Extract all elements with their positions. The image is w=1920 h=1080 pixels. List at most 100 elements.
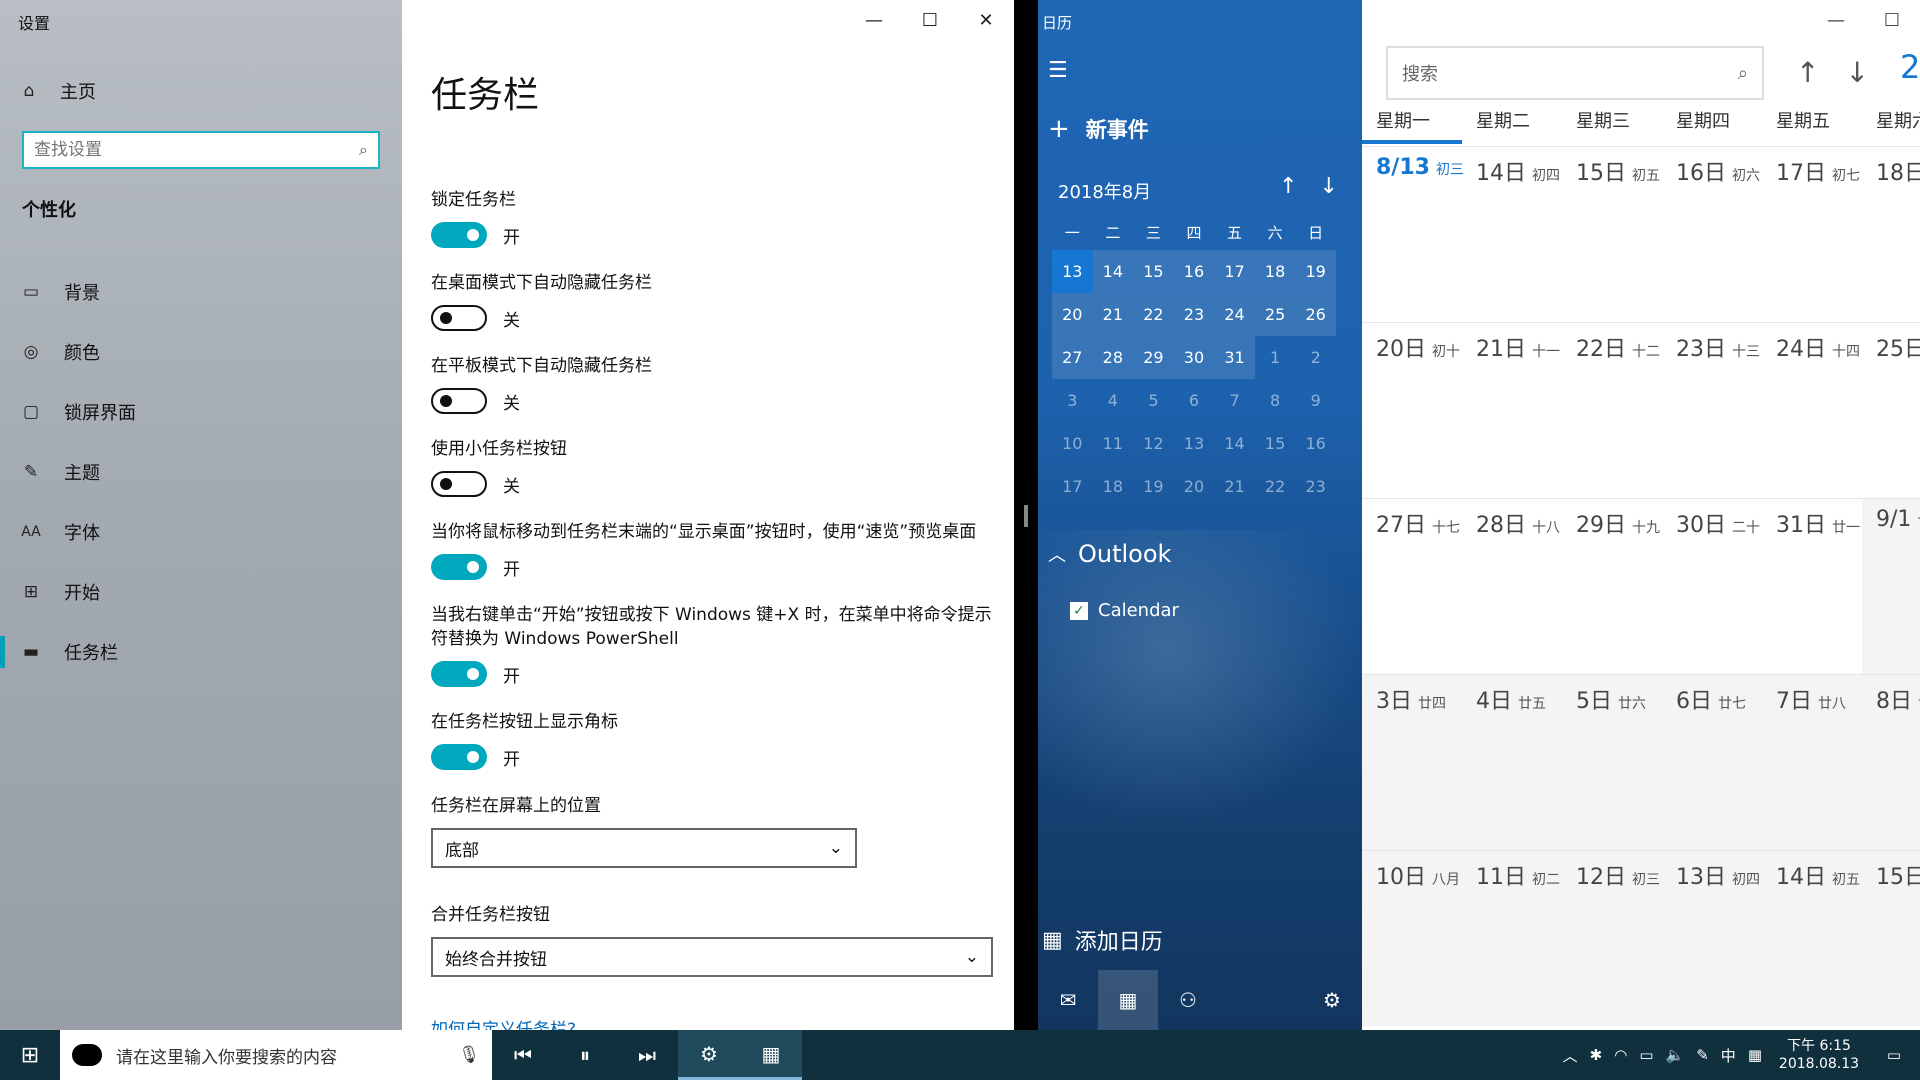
day-cell[interactable]: 12日 初三 bbox=[1562, 851, 1662, 1026]
day-cell[interactable]: 31日 廿一 bbox=[1762, 499, 1862, 674]
mini-day[interactable]: 6 bbox=[1174, 379, 1215, 422]
ime-indicator[interactable]: 中 bbox=[1721, 1045, 1736, 1066]
mini-month-label[interactable]: 2018年8月 bbox=[1058, 178, 1151, 204]
day-cell[interactable]: 8日廿 bbox=[1862, 675, 1920, 850]
day-cell[interactable]: 29日 十九 bbox=[1562, 499, 1662, 674]
mini-day[interactable]: 20 bbox=[1174, 465, 1215, 508]
nav-item-start[interactable]: ⊞ 开始 bbox=[0, 562, 402, 622]
day-cell[interactable]: 14日 初五 bbox=[1762, 851, 1862, 1026]
mini-day[interactable]: 14 bbox=[1092, 250, 1134, 293]
home-nav[interactable]: ⌂ 主页 bbox=[18, 78, 96, 104]
arrow-up-icon[interactable]: ↑ bbox=[1796, 56, 1819, 89]
day-cell[interactable]: 3日 廿四 bbox=[1362, 675, 1462, 850]
mini-day[interactable]: 19 bbox=[1133, 465, 1174, 508]
day-cell[interactable]: 4日 廿五 bbox=[1462, 675, 1562, 850]
mini-day[interactable]: 3 bbox=[1052, 379, 1093, 422]
mini-day[interactable]: 26 bbox=[1295, 293, 1336, 336]
mini-day[interactable]: 24 bbox=[1214, 293, 1255, 336]
calendar-icon[interactable]: ▦ bbox=[1098, 970, 1158, 1030]
mini-day[interactable]: 15 bbox=[1133, 250, 1174, 293]
toggle-switch[interactable] bbox=[431, 661, 487, 687]
calendar-search-box[interactable]: 搜索 ⌕ bbox=[1386, 46, 1764, 100]
day-cell[interactable]: 15日 初五 bbox=[1562, 147, 1662, 322]
mini-day[interactable]: 18 bbox=[1093, 465, 1134, 508]
day-cell[interactable]: 30日 二十 bbox=[1662, 499, 1762, 674]
day-cell[interactable]: 7日 廿八 bbox=[1762, 675, 1862, 850]
wifi-icon[interactable]: ◠ bbox=[1614, 1046, 1627, 1064]
day-cell[interactable]: 13日 初四 bbox=[1662, 851, 1762, 1026]
battery-icon[interactable]: ▭ bbox=[1639, 1046, 1653, 1064]
taskbar-search[interactable]: 请在这里输入你要搜索的内容 🎙 bbox=[60, 1030, 492, 1080]
next-track-icon[interactable]: ⏭ bbox=[616, 1030, 678, 1080]
gear-icon[interactable]: ⚙ bbox=[1302, 970, 1362, 1030]
calendar-app-icon[interactable]: ▦ bbox=[740, 1030, 802, 1080]
mini-day[interactable]: 22 bbox=[1133, 293, 1174, 336]
mini-day[interactable]: 4 bbox=[1093, 379, 1134, 422]
settings-search-input[interactable] bbox=[34, 140, 360, 160]
day-cell[interactable]: 15日 bbox=[1862, 851, 1920, 1026]
day-cell[interactable]: 17日 初七 bbox=[1762, 147, 1862, 322]
mini-day[interactable]: 20 bbox=[1052, 293, 1093, 336]
mini-day[interactable]: 21 bbox=[1092, 293, 1134, 336]
nav-item-themes[interactable]: ✎ 主题 bbox=[0, 442, 402, 502]
mini-day[interactable]: 31 bbox=[1214, 336, 1255, 379]
keyboard-icon[interactable]: ▦ bbox=[1748, 1046, 1762, 1064]
mini-day[interactable]: 12 bbox=[1133, 422, 1174, 465]
notification-icon[interactable]: ▭ bbox=[1876, 1046, 1912, 1064]
search-icon[interactable]: ⌕ bbox=[1738, 63, 1748, 84]
toggle-switch[interactable] bbox=[431, 471, 487, 497]
day-cell[interactable]: 28日 十八 bbox=[1462, 499, 1562, 674]
nav-item-colors[interactable]: ◎ 颜色 bbox=[0, 322, 402, 382]
mini-day[interactable]: 29 bbox=[1133, 336, 1174, 379]
search-icon[interactable]: ⌕ bbox=[359, 140, 368, 160]
minimize-button[interactable]: — bbox=[846, 0, 902, 40]
day-cell[interactable]: 21日 十一 bbox=[1462, 323, 1562, 498]
divider-handle[interactable] bbox=[1024, 505, 1028, 527]
mini-day[interactable]: 22 bbox=[1255, 465, 1296, 508]
mini-day[interactable]: 16 bbox=[1173, 250, 1215, 293]
day-cell[interactable]: 9/1廿 bbox=[1862, 499, 1920, 674]
mini-day[interactable]: 23 bbox=[1173, 293, 1215, 336]
add-calendar-button[interactable]: ▦ 添加日历 bbox=[1042, 924, 1163, 956]
mini-day[interactable]: 14 bbox=[1214, 422, 1255, 465]
mini-day[interactable]: 2 bbox=[1295, 336, 1336, 379]
day-cell[interactable]: 10日 八月 bbox=[1362, 851, 1462, 1026]
maximize-button[interactable]: ☐ bbox=[1864, 0, 1920, 40]
arrow-up-icon[interactable]: ↑ bbox=[1279, 174, 1297, 199]
day-cell[interactable]: 14日 初四 bbox=[1462, 147, 1562, 322]
nav-item-lockscreen[interactable]: ▢ 锁屏界面 bbox=[0, 382, 402, 442]
mini-day[interactable]: 16 bbox=[1295, 422, 1336, 465]
day-cell[interactable]: 25日 bbox=[1862, 323, 1920, 498]
day-cell[interactable]: 27日 十七 bbox=[1362, 499, 1462, 674]
clock[interactable]: 下午 6:15 2018.08.13 bbox=[1774, 1037, 1864, 1073]
toggle-switch[interactable] bbox=[431, 744, 487, 770]
mini-day[interactable]: 19 bbox=[1295, 250, 1336, 293]
microphone-icon[interactable]: 🎙 bbox=[458, 1045, 480, 1065]
mini-day[interactable]: 17 bbox=[1214, 250, 1255, 293]
day-cell[interactable]: 23日 十三 bbox=[1662, 323, 1762, 498]
arrow-down-icon[interactable]: ↓ bbox=[1845, 56, 1868, 89]
hamburger-menu-icon[interactable]: ☰ bbox=[1048, 58, 1068, 83]
nav-item-background[interactable]: ▭ 背景 bbox=[0, 262, 402, 322]
new-event-button[interactable]: + 新事件 bbox=[1048, 114, 1149, 144]
people-icon[interactable]: ⚇ bbox=[1158, 970, 1218, 1030]
mini-day[interactable]: 13 bbox=[1052, 250, 1093, 293]
day-cell[interactable]: 20日 初十 bbox=[1362, 323, 1462, 498]
minimize-button[interactable]: — bbox=[1808, 0, 1864, 40]
mini-day[interactable]: 1 bbox=[1255, 336, 1296, 379]
mini-day[interactable]: 30 bbox=[1173, 336, 1215, 379]
mini-day[interactable]: 18 bbox=[1254, 250, 1296, 293]
toggle-switch[interactable] bbox=[431, 388, 487, 414]
nav-item-fonts[interactable]: AA 字体 bbox=[0, 502, 402, 562]
day-cell[interactable]: 24日 十四 bbox=[1762, 323, 1862, 498]
mini-day[interactable]: 17 bbox=[1052, 465, 1093, 508]
pause-icon[interactable]: ⏸ bbox=[554, 1030, 616, 1080]
mini-day[interactable]: 25 bbox=[1254, 293, 1296, 336]
pen-icon[interactable]: ✎ bbox=[1696, 1046, 1709, 1064]
toggle-switch[interactable] bbox=[431, 305, 487, 331]
mini-day[interactable]: 7 bbox=[1214, 379, 1255, 422]
position-dropdown[interactable]: 底部 ⌄ bbox=[431, 828, 857, 868]
mini-day[interactable]: 11 bbox=[1093, 422, 1134, 465]
mini-day[interactable]: 9 bbox=[1295, 379, 1336, 422]
help-link[interactable]: 如何自定义任务栏? bbox=[431, 1015, 576, 1030]
